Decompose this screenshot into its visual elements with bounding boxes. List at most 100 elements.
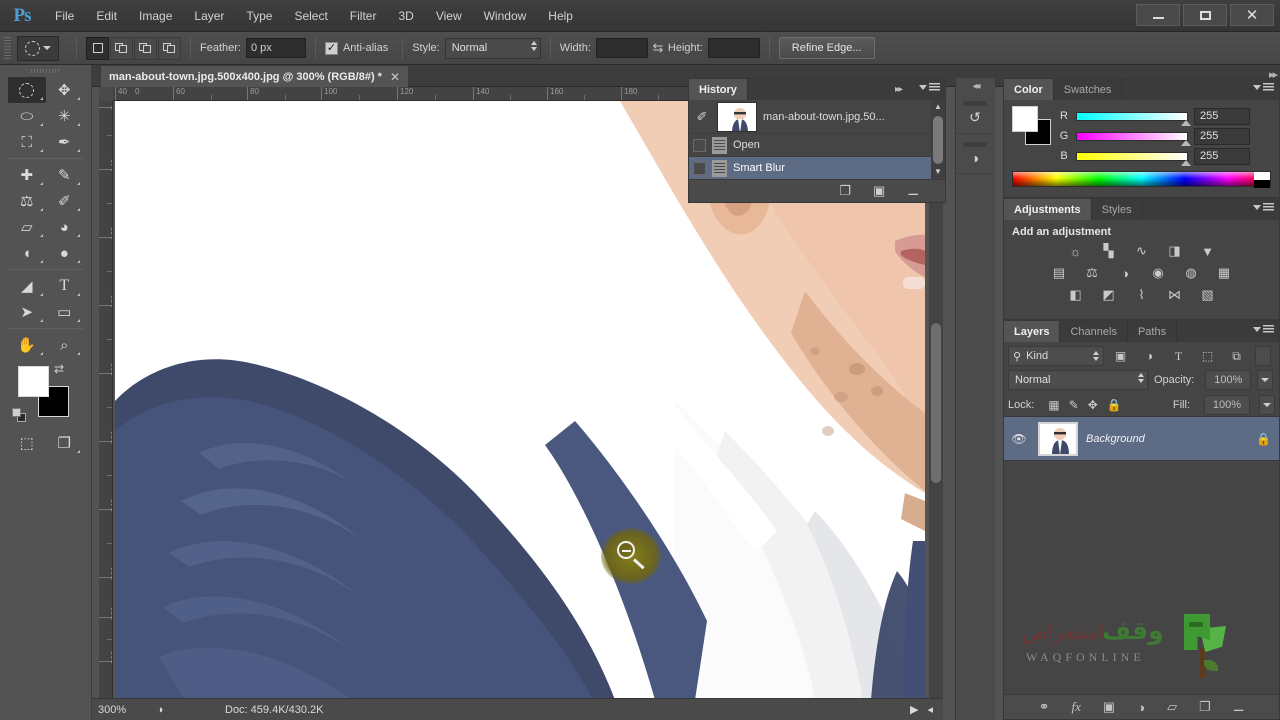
blur-tool[interactable]: ◖ [8,240,46,266]
blue-slider[interactable] [1076,151,1191,166]
history-snapshot-row[interactable]: ✐ man-about-town.jpg.50... [689,100,931,134]
black-white-icon[interactable]: ◑ [1114,264,1137,282]
maximize-button[interactable] [1183,4,1227,26]
menu-select[interactable]: Select [283,0,338,32]
link-layers-button[interactable]: ⚭ [1039,699,1050,715]
opacity-scrubber-icon[interactable] [1257,370,1274,390]
red-value[interactable]: 255 [1194,107,1250,125]
paint-bucket-tool[interactable]: ◕ [46,214,84,240]
panel-menu-icon[interactable] [1253,203,1274,211]
posterize-icon[interactable]: ◩ [1097,286,1120,304]
eraser-tool[interactable]: ▱ [8,214,46,240]
menu-filter[interactable]: Filter [339,0,388,32]
options-bar-grip[interactable] [4,37,11,59]
scrollbar-thumb[interactable] [931,323,941,483]
photo-filter-icon[interactable]: ◉ [1147,264,1170,282]
tab-styles[interactable]: Styles [1091,199,1143,220]
height-input[interactable] [707,38,760,58]
scroll-up-icon[interactable]: ▲ [934,102,942,111]
filter-shape-layers-icon[interactable]: ⬚ [1195,346,1220,366]
dodge-tool[interactable]: ● [46,240,84,266]
delete-state-button[interactable]: ⚊ [907,183,919,199]
spot-healing-brush-tool[interactable]: ✚ [8,162,46,188]
exposure-icon[interactable]: ◨ [1163,242,1186,260]
green-slider[interactable] [1076,131,1191,146]
minimize-button[interactable] [1136,4,1180,26]
filter-enable-toggle[interactable] [1255,346,1271,366]
add-layer-mask-button[interactable]: ▣ [1103,699,1115,715]
brightness-contrast-icon[interactable]: ☼ [1064,242,1087,260]
panel-menu-icon[interactable] [1253,325,1274,333]
history-brush-checkbox[interactable] [693,138,706,152]
swap-width-height-icon[interactable]: ⇆ [648,40,668,56]
menu-type[interactable]: Type [235,0,283,32]
menu-edit[interactable]: Edit [85,0,128,32]
filter-adjustment-layers-icon[interactable]: ◑ [1137,346,1162,366]
subtract-from-selection-button[interactable] [134,36,157,60]
eyedropper-tool[interactable]: ✒ [46,129,84,155]
document-preview-icon[interactable]: ◑ [150,704,170,716]
green-value[interactable]: 255 [1194,127,1250,145]
panel-menu-icon[interactable] [1253,83,1274,91]
menu-view[interactable]: View [425,0,473,32]
vibrance-icon[interactable]: ▼ [1196,242,1219,260]
blue-value[interactable]: 255 [1194,147,1250,165]
invert-icon[interactable]: ◧ [1064,286,1087,304]
history-brush-source-icon[interactable]: ✐ [693,109,711,125]
layer-row-background[interactable]: 👁 Background 🔒 [1004,417,1279,461]
history-state-row[interactable]: Smart Blur [689,157,931,180]
tools-panel-grip[interactable] [0,65,91,77]
history-brush-tool[interactable]: ✐ [46,188,84,214]
lock-transparent-pixels-icon[interactable]: ▦ [1048,398,1059,412]
color-spectrum-ramp[interactable] [1012,171,1271,188]
history-actions-dock-button[interactable]: ↺ [956,94,994,134]
delete-layer-button[interactable]: ⚊ [1233,699,1245,715]
pen-tool[interactable]: ◢ [8,273,46,299]
panel-menu-icon[interactable] [919,83,940,91]
history-state-row[interactable]: Open [689,134,931,157]
screen-mode-button[interactable]: ❐ [46,430,84,456]
filter-type-layers-icon[interactable]: T [1166,346,1191,366]
zoom-level-field[interactable]: 300% [92,704,150,716]
scroll-down-icon[interactable]: ▼ [934,167,942,176]
levels-icon[interactable]: ▚ [1097,242,1120,260]
default-colors-icon[interactable] [12,408,26,422]
menu-help[interactable]: Help [537,0,584,32]
play-icon[interactable]: ▶ [910,703,918,716]
document-tab[interactable]: man-about-town.jpg.500x400.jpg @ 300% (R… [100,65,410,87]
style-select[interactable]: Normal [444,37,541,59]
add-to-selection-button[interactable] [110,36,133,60]
elliptical-marquee-tool[interactable] [8,77,46,103]
color-balance-icon[interactable]: ⚖ [1081,264,1104,282]
history-brush-checkbox[interactable] [693,161,706,175]
tab-channels[interactable]: Channels [1060,321,1128,342]
menu-3d[interactable]: 3D [387,0,424,32]
horizontal-type-tool[interactable]: T [46,273,84,299]
create-document-from-state-button[interactable]: ❐ [839,183,851,199]
layer-style-button[interactable]: fx [1072,699,1081,715]
filter-smart-objects-icon[interactable]: ⧉ [1224,346,1249,366]
close-button[interactable]: ✕ [1230,4,1274,26]
menu-image[interactable]: Image [128,0,183,32]
tab-swatches[interactable]: Swatches [1053,79,1123,100]
close-icon[interactable]: ✕ [390,70,400,84]
gradient-map-icon[interactable]: ▧ [1196,286,1219,304]
blend-mode-select[interactable]: Normal [1008,370,1148,390]
swap-colors-icon[interactable]: ⇄ [54,362,64,376]
tab-history[interactable]: History [689,79,748,100]
channel-mixer-icon[interactable]: ◍ [1180,264,1203,282]
crop-tool[interactable]: ⛶ [8,129,46,155]
menu-file[interactable]: File [44,0,85,32]
tab-layers[interactable]: Layers [1004,321,1061,342]
fill-value[interactable]: 100% [1204,394,1250,415]
foreground-color-chip[interactable] [1012,106,1038,132]
zoom-tool[interactable]: ⌕ [46,332,84,358]
magic-wand-tool[interactable]: ✳ [46,103,84,129]
collapse-left-icon[interactable]: ◂ [927,703,933,716]
lasso-tool[interactable]: ⬭ [8,103,46,129]
foreground-color-chip[interactable] [18,366,49,397]
red-slider[interactable] [1076,111,1191,126]
hand-tool[interactable]: ✋ [8,332,46,358]
new-fill-adjustment-layer-button[interactable]: ◑ [1137,700,1145,715]
refine-edge-button[interactable]: Refine Edge... [778,37,875,59]
